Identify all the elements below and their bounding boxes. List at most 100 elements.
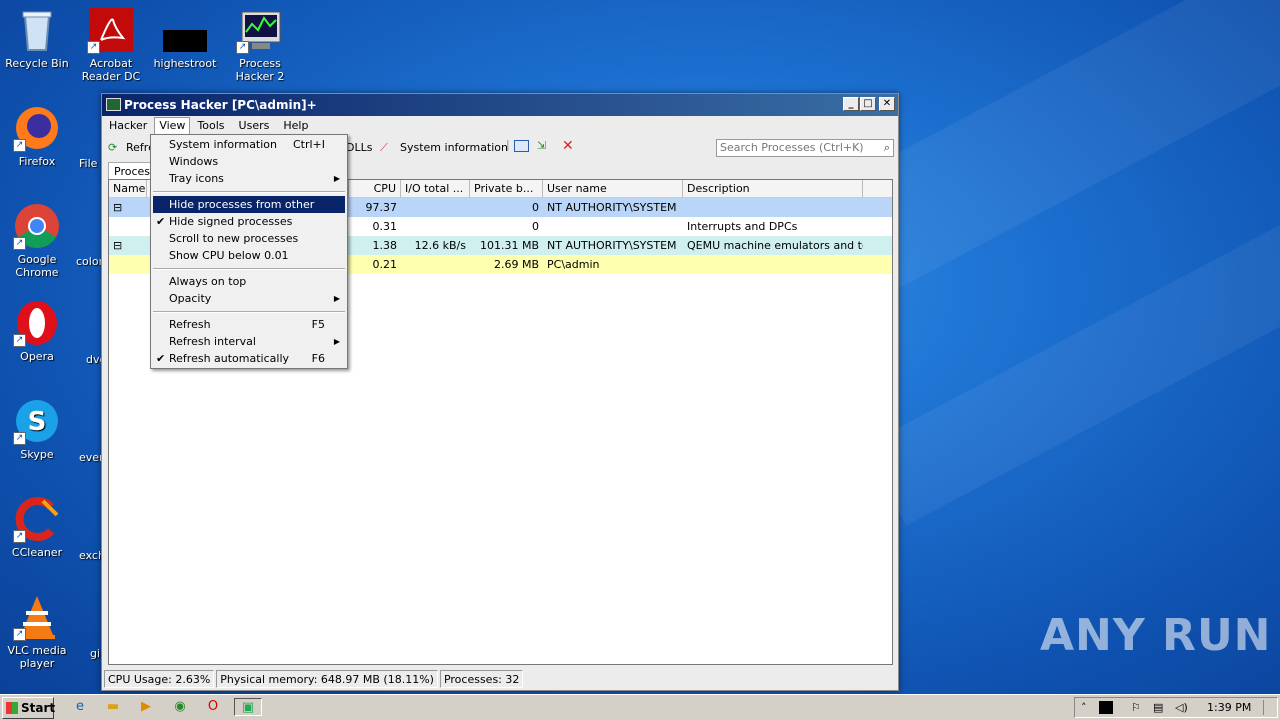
cell-cpu: 97.37: [365, 201, 398, 214]
desktop-icon-chrome[interactable]: ↗ Google Chrome: [0, 202, 74, 279]
submenu-arrow-icon: ▶: [333, 337, 340, 346]
menu-item-show-cpu-below[interactable]: Show CPU below 0.01: [153, 247, 345, 264]
menu-item-windows[interactable]: Windows: [153, 153, 345, 170]
tree-expander-icon[interactable]: ⊟: [109, 198, 147, 217]
dlls-button[interactable]: DLLs: [346, 141, 372, 154]
maximize-button[interactable]: □: [860, 97, 876, 111]
menu-item-hide-processes-from-other-users[interactable]: Hide processes from other users: [153, 196, 345, 228]
desktop-icon-vlc[interactable]: ↗ VLC media player: [0, 593, 74, 670]
cell-description: [683, 198, 863, 217]
process-hacker-tray-icon[interactable]: [1099, 701, 1113, 714]
cell-cpu: 0.21: [372, 258, 398, 271]
vlc-icon: ↗: [13, 593, 61, 641]
column-cpu[interactable]: CPU: [349, 180, 401, 197]
cell-private: 101.31 MB: [479, 239, 539, 252]
menu-item-refresh[interactable]: Refresh F5: [153, 316, 345, 333]
tree-expander-icon[interactable]: ⊟: [109, 236, 147, 255]
desktop-icon-recycle-bin[interactable]: Recycle Bin: [0, 6, 74, 70]
desktop-icon-label-partial: File: [79, 157, 98, 170]
desktop-icon-ccleaner[interactable]: ↗ CCleaner: [0, 495, 74, 559]
black-file-icon: [161, 6, 209, 54]
desktop-icon-opera[interactable]: ↗ Opera: [0, 299, 74, 363]
column-description[interactable]: Description: [683, 180, 863, 197]
menu-users[interactable]: Users: [232, 116, 277, 136]
opera-icon: ↗: [13, 299, 61, 347]
system-info-chart-icon: ⟋: [380, 141, 388, 154]
recycle-bin-icon: [13, 6, 61, 54]
menu-item-refresh-automatically[interactable]: ✔ Refresh automatically F6: [153, 350, 345, 367]
opera-taskbar-icon[interactable]: O: [203, 698, 223, 716]
cell-io: [401, 217, 470, 236]
window-icon[interactable]: [514, 140, 529, 152]
explorer-folder-icon[interactable]: ▬: [103, 698, 123, 716]
volume-icon[interactable]: ◁): [1175, 698, 1188, 717]
minimize-button[interactable]: _: [843, 97, 859, 111]
cell-io: 12.6 kB/s: [414, 239, 466, 252]
shortcut-arrow-icon: ↗: [13, 334, 26, 347]
process-hacker-icon: [106, 98, 121, 111]
acrobat-icon: ↗: [87, 6, 135, 54]
refresh-icon: ⟳: [108, 141, 118, 154]
cell-io: [401, 198, 470, 217]
shortcut-arrow-icon: ↗: [13, 628, 26, 641]
menu-help[interactable]: Help: [276, 116, 315, 136]
shortcut-arrow-icon: ↗: [13, 530, 26, 543]
menu-item-system-information[interactable]: System information Ctrl+I: [153, 136, 345, 153]
menu-tools[interactable]: Tools: [190, 116, 231, 136]
network-icon[interactable]: ▤: [1153, 698, 1163, 717]
start-button[interactable]: Start: [2, 696, 55, 719]
menu-item-always-on-top[interactable]: Always on top: [153, 273, 345, 290]
close-button[interactable]: ✕: [879, 97, 895, 111]
menu-item-opacity[interactable]: Opacity ▶: [153, 290, 345, 307]
cell-user: NT AUTHORITY\SYSTEM: [547, 201, 677, 214]
shortcut-arrow-icon: ↗: [236, 41, 249, 54]
cell-private: 0: [532, 201, 539, 214]
process-hacker-icon: ↗: [236, 6, 284, 54]
terminate-icon[interactable]: ✕: [562, 138, 574, 154]
system-information-button[interactable]: System information: [400, 141, 508, 154]
search-icon: ⌕: [883, 141, 890, 154]
desktop-icon-process-hacker[interactable]: ↗ Process Hacker 2: [223, 6, 297, 83]
cell-cpu: 0.31: [372, 220, 398, 233]
show-hidden-icons-chevron[interactable]: ˄: [1081, 698, 1087, 717]
search-input[interactable]: Search Processes (Ctrl+K) ⌕: [716, 139, 894, 157]
desktop-icon-firefox[interactable]: ↗ Firefox: [0, 104, 74, 168]
menu-item-scroll-to-new-processes[interactable]: Scroll to new processes: [153, 230, 345, 247]
status-cpu-usage: CPU Usage: 2.63%: [104, 670, 215, 688]
menu-hacker[interactable]: Hacker: [102, 116, 154, 136]
menu-item-tray-icons[interactable]: Tray icons ▶: [153, 170, 345, 187]
column-io-total[interactable]: I/O total ...: [401, 180, 470, 197]
process-hacker-taskbar-button[interactable]: ▣: [234, 698, 262, 716]
clock[interactable]: 1:39 PM: [1207, 698, 1251, 717]
column-user-name[interactable]: User name: [543, 180, 683, 197]
cell-description: [683, 255, 863, 274]
show-desktop-button[interactable]: [1263, 700, 1275, 715]
desktop-icon-highestroot[interactable]: highestroot: [148, 6, 222, 70]
action-center-flag-icon[interactable]: ⚐: [1131, 698, 1141, 717]
chrome-taskbar-icon[interactable]: ◉: [170, 698, 190, 716]
menu-separator: [153, 311, 345, 313]
menu-item-refresh-interval[interactable]: Refresh interval ▶: [153, 333, 345, 350]
shortcut-arrow-icon: ↗: [87, 41, 100, 54]
checkmark-icon: ✔: [156, 352, 166, 365]
column-name[interactable]: Name: [109, 180, 147, 197]
window-title: Process Hacker [PC\admin]+: [124, 98, 317, 112]
search-placeholder: Search Processes (Ctrl+K): [720, 141, 864, 154]
menu-separator: [153, 191, 345, 193]
desktop-icon-skype[interactable]: S ↗ Skype: [0, 397, 74, 461]
ie-icon[interactable]: e: [70, 698, 90, 716]
media-player-icon[interactable]: ▶: [136, 698, 156, 716]
system-tray: ˄ ⚐ ▤ ◁) 1:39 PM: [1074, 697, 1278, 718]
column-private-bytes[interactable]: Private b...: [470, 180, 543, 197]
desktop-icon-acrobat[interactable]: ↗ Acrobat Reader DC: [74, 6, 148, 83]
watermark-text: ANY RUN: [1040, 610, 1272, 661]
view-menu-dropdown: System information Ctrl+I Windows Tray ic…: [150, 134, 348, 369]
status-bar: CPU Usage: 2.63% Physical memory: 648.97…: [102, 668, 898, 690]
anyrun-watermark: ANY RUN: [1040, 610, 1272, 661]
menu-item-hide-signed-processes[interactable]: ✔ Hide signed processes: [153, 213, 345, 230]
window-titlebar[interactable]: Process Hacker [PC\admin]+ _ □ ✕: [102, 94, 898, 116]
find-window-icon[interactable]: ⇲: [537, 139, 546, 152]
cell-io: [401, 255, 470, 274]
status-process-count: Processes: 32: [439, 670, 524, 688]
skype-icon: S ↗: [13, 397, 61, 445]
